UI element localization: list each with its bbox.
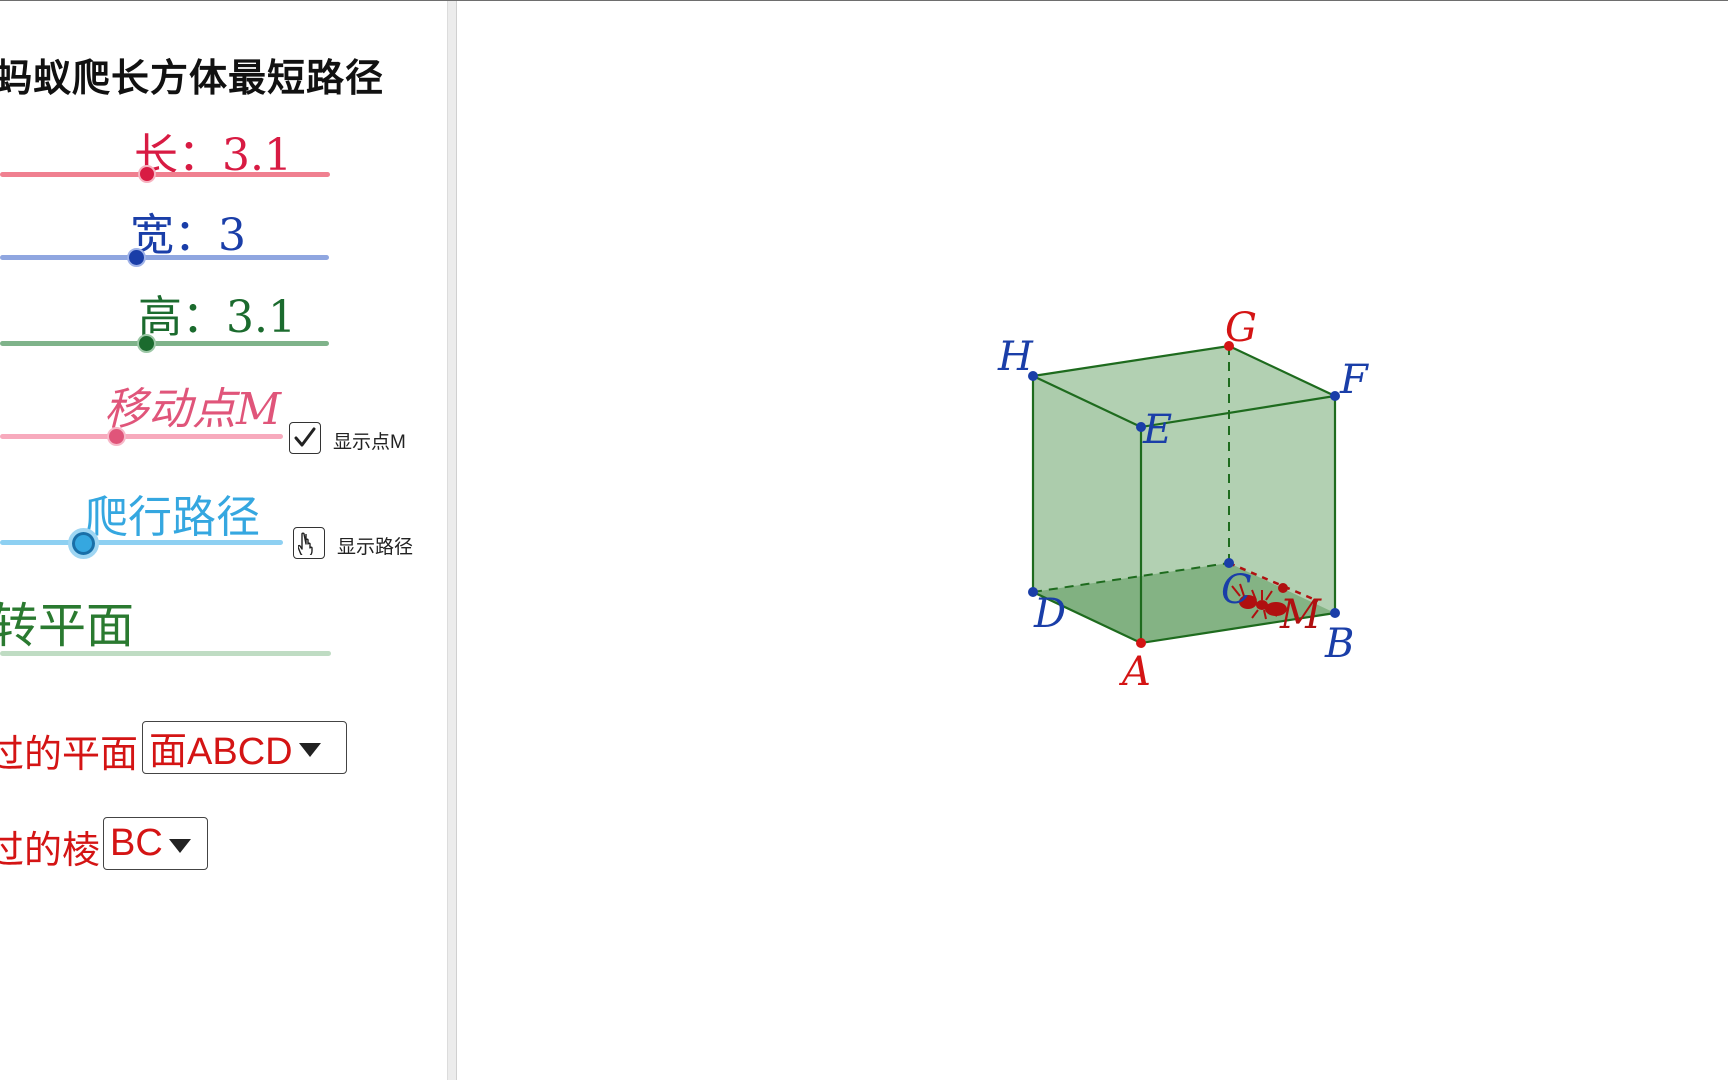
show-path-label: 显示路径 <box>337 537 414 558</box>
show-point-checkbox[interactable] <box>289 422 321 454</box>
point-B[interactable] <box>1330 608 1340 618</box>
slider-move-point-knob[interactable] <box>107 427 126 446</box>
plane-dropdown-label: 过的平面 <box>0 734 139 776</box>
slider-height-track[interactable] <box>0 341 329 346</box>
label-F: F <box>1339 357 1369 403</box>
slider-height-knob[interactable] <box>137 334 156 353</box>
slider-rotate-plane-label: 转平面 <box>0 598 135 654</box>
slider-move-point-track[interactable] <box>0 434 283 439</box>
slider-width-label: 宽：3 <box>130 210 246 261</box>
panel-title: 蚂蚁爬长方体最短路径 <box>0 56 385 100</box>
hand-cursor-icon <box>298 532 313 555</box>
point-F[interactable] <box>1330 391 1340 401</box>
label-H: H <box>997 334 1034 380</box>
slider-move-point-label: 移动点M <box>104 384 282 435</box>
show-path-checkbox[interactable] <box>293 527 325 559</box>
slider-height-label: 高：3.1 <box>138 292 296 343</box>
dropdown-arrow-icon <box>298 742 321 757</box>
dropdown-arrow-icon <box>168 838 191 853</box>
slider-width-track[interactable] <box>0 255 329 260</box>
plane-dropdown-value: 面ABCD <box>149 731 293 773</box>
edge-dropdown[interactable]: BC <box>103 817 208 870</box>
panel-divider[interactable] <box>447 1 457 1080</box>
label-G: G <box>1225 305 1257 351</box>
point-A[interactable] <box>1136 638 1146 648</box>
label-E: E <box>1142 407 1172 453</box>
slider-rotate-plane-track[interactable] <box>0 651 331 656</box>
slider-crawl-path-track[interactable] <box>0 540 283 545</box>
slider-crawl-path-label: 爬行路径 <box>84 492 260 543</box>
show-point-label: 显示点M <box>333 432 406 453</box>
label-D: D <box>1033 591 1066 637</box>
label-M: M <box>1279 592 1322 638</box>
label-C: C <box>1221 567 1252 613</box>
control-panel: 蚂蚁爬长方体最短路径 长：3.1 宽：3 高：3.1 移动点M 显示点M 爬行路… <box>0 1 450 1080</box>
slider-width-knob[interactable] <box>127 248 146 267</box>
label-A: A <box>1118 649 1151 695</box>
slider-length-knob[interactable] <box>138 165 156 183</box>
plane-dropdown[interactable]: 面ABCD <box>142 721 347 774</box>
slider-crawl-path-knob[interactable] <box>68 528 99 559</box>
edge-dropdown-label: 过的棱 <box>0 830 101 872</box>
graphics-view[interactable]: H G F E D A B C M <box>457 1 1728 1080</box>
checkmark-icon <box>294 427 316 447</box>
cuboid-figure[interactable]: H G F E D A B C M <box>457 1 1728 1080</box>
edge-dropdown-value: BC <box>110 822 163 864</box>
slider-length-track[interactable] <box>0 172 330 177</box>
label-B: B <box>1324 621 1354 667</box>
